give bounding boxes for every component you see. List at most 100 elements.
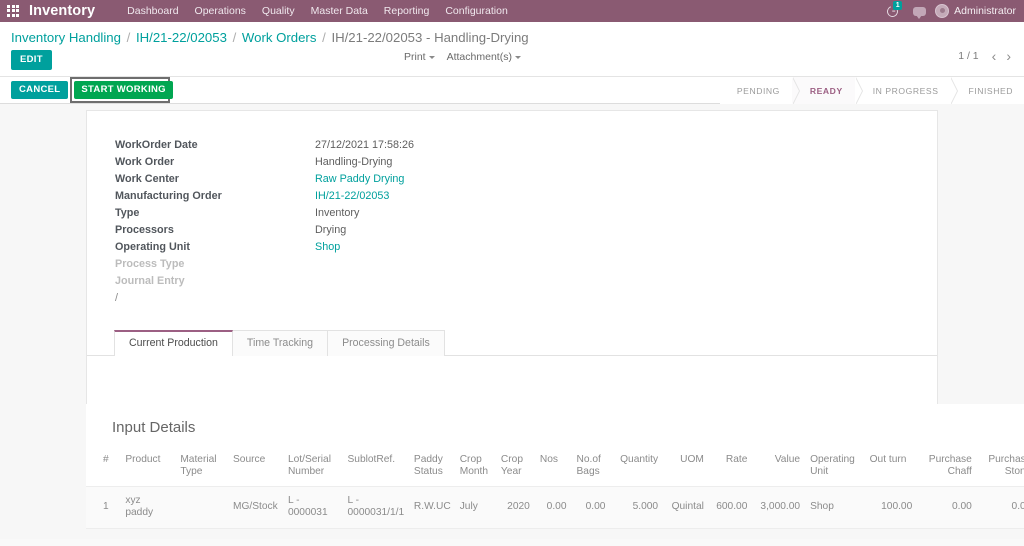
col-quantity: Quantity (610, 450, 664, 487)
menu-item-quality[interactable]: Quality (254, 0, 303, 22)
user-avatar-icon (935, 4, 950, 18)
col-no-of-bags: No.of Bags (571, 450, 611, 487)
cell-source: MG/Stock (227, 486, 283, 529)
pager-count: 1 / 1 (958, 50, 979, 62)
app-title: Inventory (29, 3, 96, 19)
chat-bubble-icon[interactable] (913, 6, 927, 19)
breadcrumb-separator: / (232, 30, 237, 45)
cell-nos: 0.00 (534, 486, 572, 529)
col-nos: Nos (534, 450, 572, 487)
field-label-type: Type (115, 207, 140, 219)
cell-quantity: 5.000 (610, 486, 664, 529)
user-menu[interactable]: Administrator (935, 4, 1020, 18)
breadcrumb: Inventory Handling / IH/21-22/02053 / Wo… (0, 22, 1024, 46)
input-details-title: Input Details (112, 419, 196, 436)
control-panel-dropdowns: Print Attachment(s) (404, 51, 521, 63)
cell-no-of-bags: 0.00 (571, 486, 611, 529)
print-dropdown[interactable]: Print (404, 51, 435, 63)
menu-item-dashboard[interactable]: Dashboard (119, 0, 186, 22)
field-label-journal-entry: Journal Entry (115, 275, 185, 287)
status-finished[interactable]: FINISHED (950, 76, 1024, 105)
menu-item-master-data[interactable]: Master Data (303, 0, 376, 22)
activity-badge: 1 (893, 1, 903, 10)
page-body: WorkOrder Date 27/12/2021 17:58:26 Work … (0, 104, 1024, 539)
control-panel: Inventory Handling / IH/21-22/02053 / Wo… (0, 22, 1024, 77)
table-row[interactable]: 1 xyz paddy MG/Stock L - 0000031 L - 000… (86, 486, 1024, 529)
table-header-row: # Product Material Type Source Lot/Seria… (86, 450, 1024, 487)
start-working-focus-outline: START WORKING (70, 77, 173, 103)
chevron-down-icon (514, 55, 521, 59)
cell-value: 3,000.00 (752, 486, 806, 529)
navbar-right-tools: 1 Administrator (880, 0, 1020, 22)
user-name-label: Administrator (954, 5, 1016, 17)
notebook-tabs: Current Production Time Tracking Process… (87, 329, 937, 356)
control-panel-actions: EDIT Print Attachment(s) 1 / 1 ‹ › (0, 46, 1024, 76)
cell-crop-month: July (454, 486, 496, 529)
breadcrumb-item-current: IH/21-22/02053 - Handling-Drying (331, 30, 529, 45)
field-value-journal-entry (315, 273, 937, 290)
attachments-dropdown[interactable]: Attachment(s) (447, 51, 521, 63)
apps-grid-icon[interactable] (7, 4, 20, 18)
col-rate: Rate (708, 450, 753, 487)
field-value-operating-unit[interactable]: Shop (315, 239, 937, 256)
pager-next-icon[interactable]: › (1002, 49, 1015, 63)
col-paddy-status: Paddy Status (408, 450, 455, 487)
field-label-work-center: Work Center (115, 173, 179, 185)
col-uom: UOM (663, 450, 709, 487)
col-value: Value (752, 450, 806, 487)
cell-operating-unit: Shop (805, 486, 865, 529)
pager: 1 / 1 ‹ › (958, 49, 1015, 63)
activity-clock-icon[interactable]: 1 (880, 0, 904, 22)
col-sublot-ref: SublotRef. (342, 450, 409, 487)
print-label: Print (404, 51, 426, 63)
cell-crop-year: 2020 (495, 486, 535, 529)
menu-item-operations[interactable]: Operations (187, 0, 254, 22)
field-value-workorder-date: 27/12/2021 17:58:26 (315, 139, 415, 151)
form-trailing-text: / (115, 292, 118, 304)
col-product: Product (120, 450, 176, 487)
form-sheet: WorkOrder Date 27/12/2021 17:58:26 Work … (86, 110, 938, 410)
col-material-type: Material Type (175, 450, 228, 487)
top-navbar: Inventory Dashboard Operations Quality M… (0, 0, 1024, 22)
col-source: Source (227, 450, 283, 487)
cell-purchase-chaff: 0.00 (917, 486, 977, 529)
col-operating-unit: Operating Unit (805, 450, 865, 487)
field-value-processors: Drying (315, 224, 347, 236)
menu-item-reporting[interactable]: Reporting (376, 0, 438, 22)
pager-previous-icon[interactable]: ‹ (988, 49, 1001, 63)
cancel-button[interactable]: CANCEL (11, 81, 69, 99)
col-lot-serial-number: Lot/Serial Number (282, 450, 343, 487)
cell-paddy-status: R.W.UC (408, 486, 455, 529)
edit-button[interactable]: EDIT (11, 50, 52, 70)
tab-processing-details[interactable]: Processing Details (327, 330, 445, 356)
status-in-progress[interactable]: IN PROGRESS (854, 76, 952, 105)
cell-purchase-stone: 0.00 (976, 486, 1024, 529)
field-value-work-center[interactable]: Raw Paddy Drying (315, 171, 937, 188)
cell-product: xyz paddy (120, 486, 176, 529)
field-value-manufacturing-order[interactable]: IH/21-22/02053 (315, 188, 937, 205)
field-label-workorder-date: WorkOrder Date (115, 139, 198, 151)
field-value-process-type (315, 256, 937, 273)
status-ready[interactable]: READY (791, 76, 856, 105)
breadcrumb-item-order-number[interactable]: IH/21-22/02053 (136, 30, 227, 45)
start-working-button[interactable]: START WORKING (74, 81, 173, 99)
input-details-section: Input Details # Product Material Type So… (86, 404, 1024, 529)
tab-time-tracking[interactable]: Time Tracking (231, 330, 329, 356)
main-menu: Dashboard Operations Quality Master Data… (119, 0, 516, 22)
cell-index: 1 (86, 486, 121, 529)
tab-current-production[interactable]: Current Production (114, 330, 233, 356)
breadcrumb-item-inventory-handling[interactable]: Inventory Handling (11, 30, 121, 45)
field-label-processors: Processors (115, 224, 174, 236)
action-status-bar: CANCEL START WORKING PENDING READY IN PR… (0, 76, 1024, 105)
status-pending[interactable]: PENDING (719, 77, 793, 104)
field-value-type: Inventory (315, 207, 360, 219)
cell-material-type (175, 486, 228, 529)
field-label-work-order: Work Order (115, 156, 175, 168)
attachments-label: Attachment(s) (446, 51, 512, 63)
status-pipeline: PENDING READY IN PROGRESS FINISHED (719, 76, 1024, 105)
menu-item-configuration[interactable]: Configuration (437, 0, 515, 22)
tab-panel-current-production (87, 356, 937, 404)
field-label-manufacturing-order: Manufacturing Order (115, 190, 222, 202)
breadcrumb-separator: / (126, 30, 131, 45)
breadcrumb-item-work-orders[interactable]: Work Orders (242, 30, 317, 45)
